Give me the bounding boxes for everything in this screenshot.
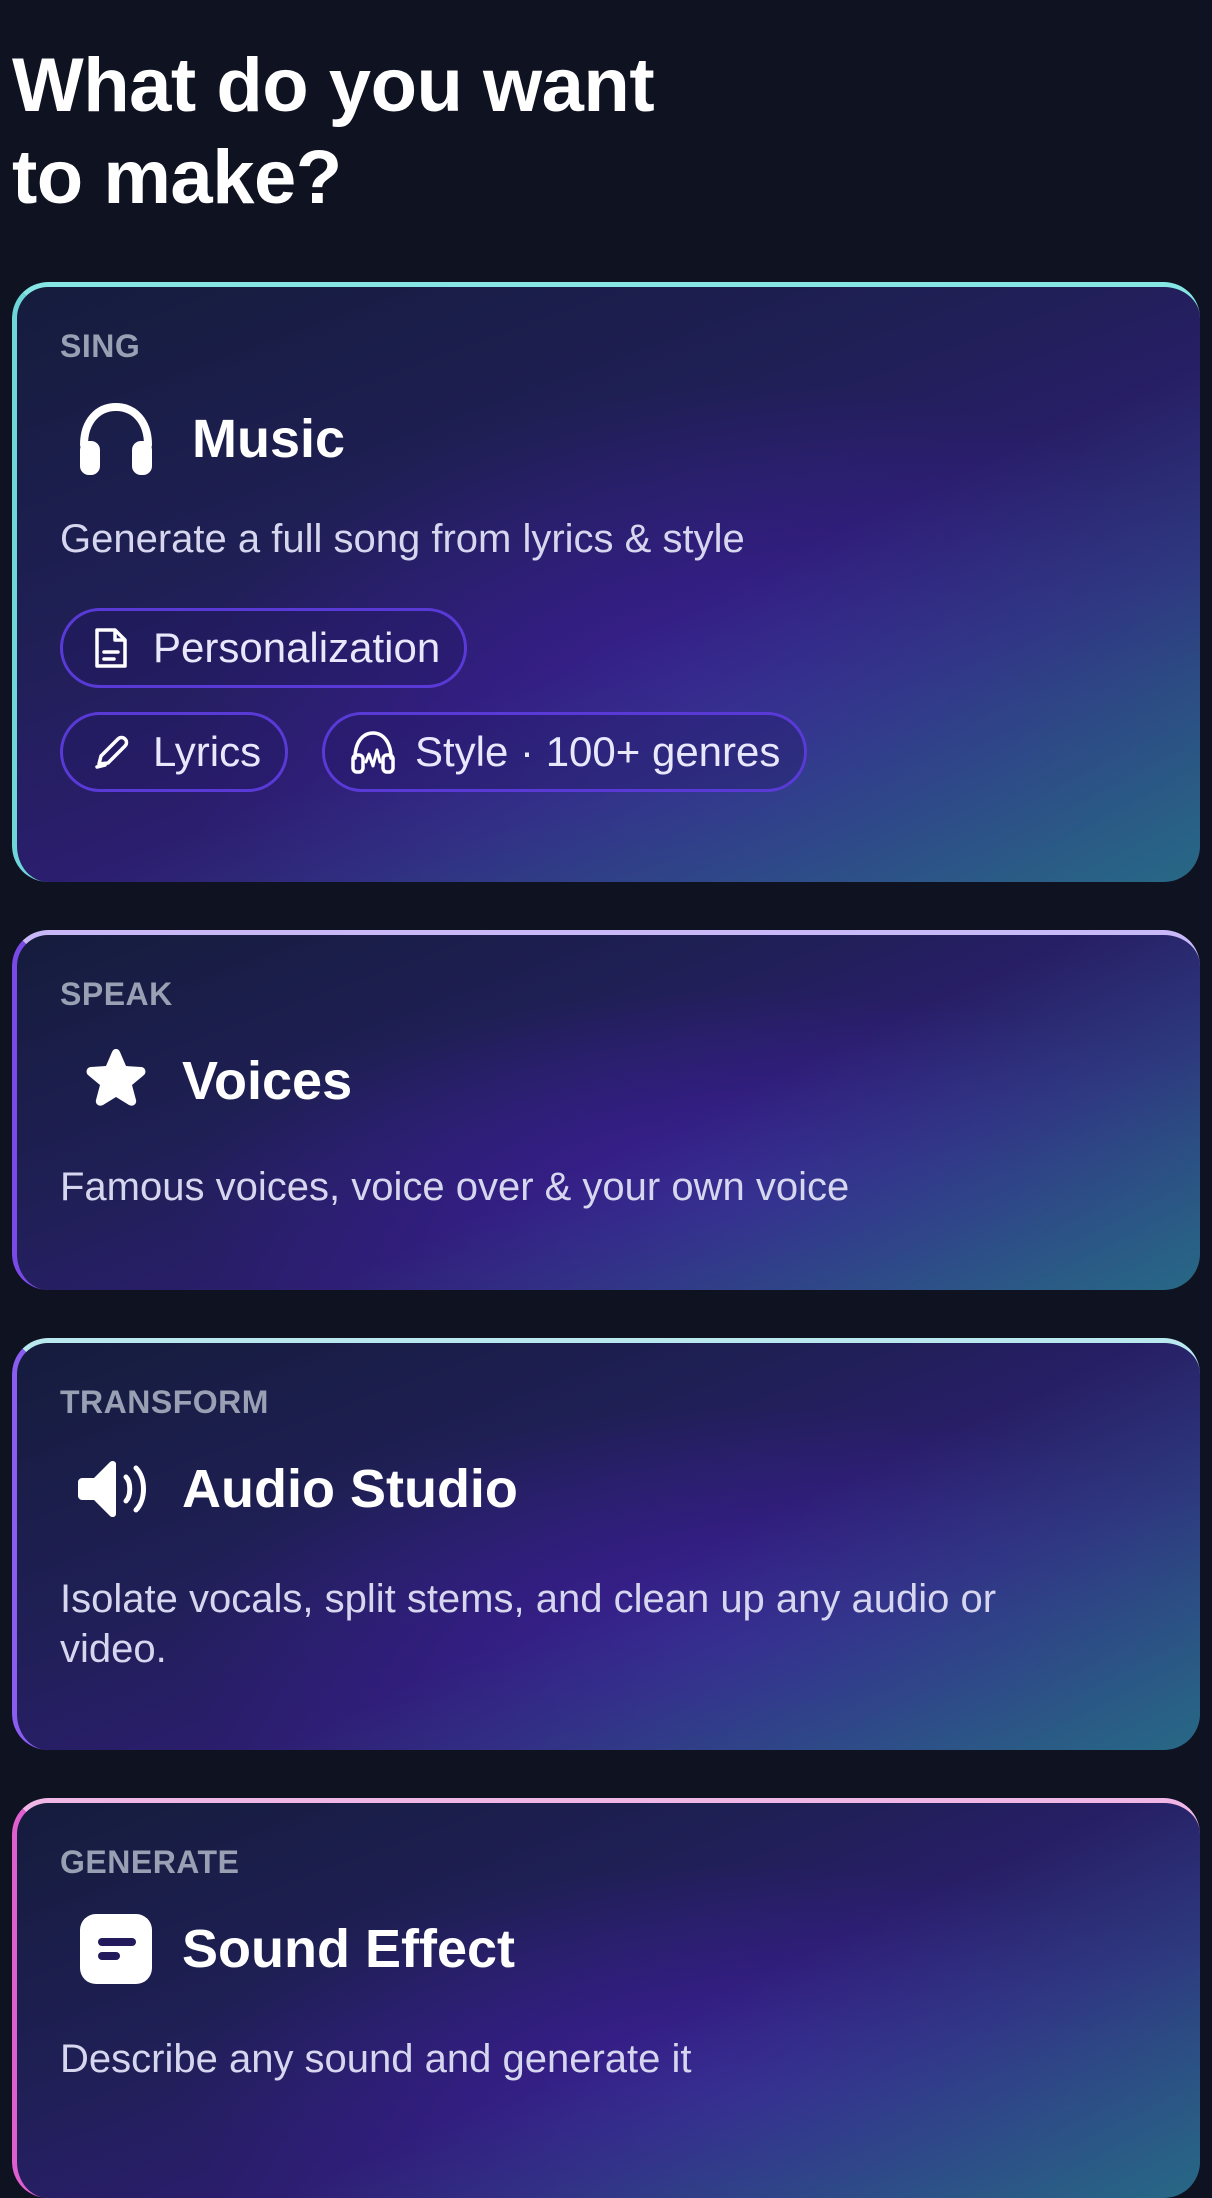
card-title-row: Sound Effect — [72, 1904, 515, 1994]
card-title: Music — [192, 409, 346, 469]
card-category: SING — [60, 328, 141, 364]
card-category: SPEAK — [60, 976, 173, 1012]
chip-label: Style · 100+ genres — [415, 728, 781, 775]
audio-studio-card[interactable]: TRANSFORM Audio Studio Isolate vocals, s… — [12, 1338, 1200, 1750]
music-card[interactable]: SING Music Generate a full song from lyr… — [12, 282, 1200, 882]
lyrics-chip[interactable]: Lyrics — [60, 712, 289, 792]
card-title-row: Music — [72, 394, 345, 484]
headphones-waveform-icon — [349, 728, 397, 776]
card-title: Sound Effect — [182, 1919, 515, 1979]
chip-label: Personalization — [153, 624, 441, 671]
sound-effect-card[interactable]: GENERATE Sound Effect Describe any sound… — [12, 1798, 1200, 2198]
card-title: Voices — [182, 1051, 353, 1111]
sound-effect-icon — [72, 1905, 160, 1993]
style-chip[interactable]: Style · 100+ genres — [322, 712, 808, 792]
card-category: GENERATE — [60, 1844, 240, 1880]
pencil-icon — [87, 728, 135, 776]
headphones-icon — [72, 395, 160, 483]
personalization-chip[interactable]: Personalization — [60, 608, 468, 688]
card-description: Describe any sound and generate it — [60, 2037, 692, 2081]
speaker-icon — [72, 1445, 160, 1533]
card-category: TRANSFORM — [60, 1384, 269, 1420]
star-icon — [72, 1037, 160, 1125]
document-icon — [87, 624, 135, 672]
card-description: Famous voices, voice over & your own voi… — [60, 1165, 850, 1209]
voices-card[interactable]: SPEAK Voices Famous voices, voice over &… — [12, 930, 1200, 1290]
card-title: Audio Studio — [182, 1459, 518, 1519]
chip-label: Lyrics — [153, 728, 262, 775]
page-title: What do you want to make? — [12, 43, 655, 220]
card-description: Isolate vocals, split stems, and clean u… — [60, 1577, 997, 1671]
card-description: Generate a full song from lyrics & style — [60, 517, 745, 561]
card-title-row: Audio Studio — [72, 1444, 518, 1534]
card-title-row: Voices — [72, 1036, 352, 1126]
